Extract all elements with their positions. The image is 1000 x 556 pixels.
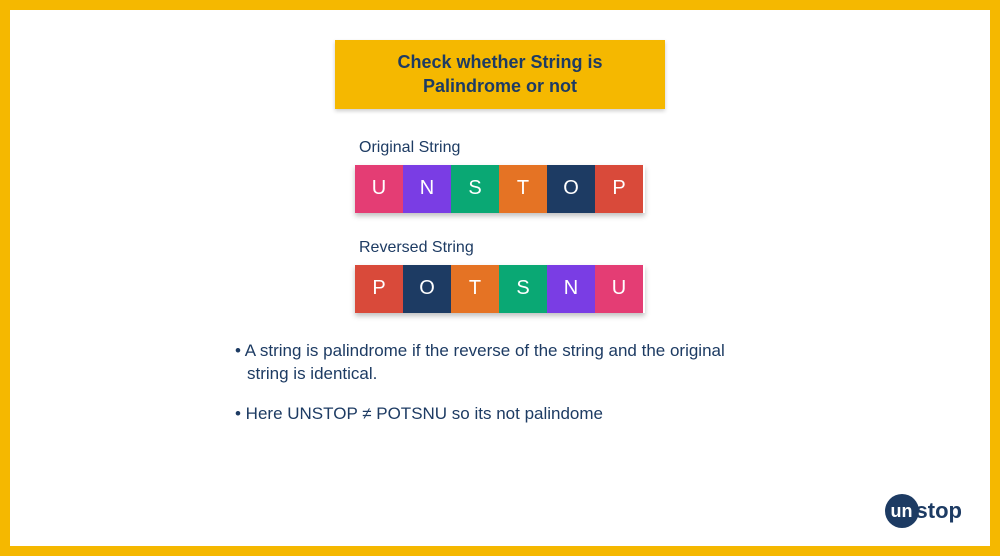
original-string-section: Original String UNSTOP — [355, 139, 645, 213]
original-cell-1: N — [403, 165, 451, 213]
original-cell-2: S — [451, 165, 499, 213]
unstop-logo: un stop — [885, 494, 962, 528]
logo-prefix: un — [885, 494, 919, 528]
reversed-string-label: Reversed String — [359, 239, 645, 257]
original-cell-5: P — [595, 165, 643, 213]
reversed-cell-2: T — [451, 265, 499, 313]
reversed-cell-1: O — [403, 265, 451, 313]
original-cells: UNSTOP — [355, 165, 645, 213]
title-box: Check whether String is Palindrome or no… — [335, 40, 665, 109]
reversed-cell-4: N — [547, 265, 595, 313]
reversed-cell-0: P — [355, 265, 403, 313]
original-cell-4: O — [547, 165, 595, 213]
original-cell-0: U — [355, 165, 403, 213]
original-cell-3: T — [499, 165, 547, 213]
reversed-cell-5: U — [595, 265, 643, 313]
diagram-frame: Check whether String is Palindrome or no… — [0, 0, 1000, 556]
reversed-cell-3: S — [499, 265, 547, 313]
explanation-bullets: • A string is palindrome if the reverse … — [235, 339, 765, 426]
reversed-cells: POTSNU — [355, 265, 645, 313]
bullet-1: • A string is palindrome if the reverse … — [235, 339, 765, 387]
bullet-2: • Here UNSTOP ≠ POTSNU so its not palind… — [235, 402, 765, 426]
logo-suffix: stop — [916, 498, 962, 524]
original-string-label: Original String — [359, 139, 645, 157]
reversed-string-section: Reversed String POTSNU — [355, 239, 645, 313]
